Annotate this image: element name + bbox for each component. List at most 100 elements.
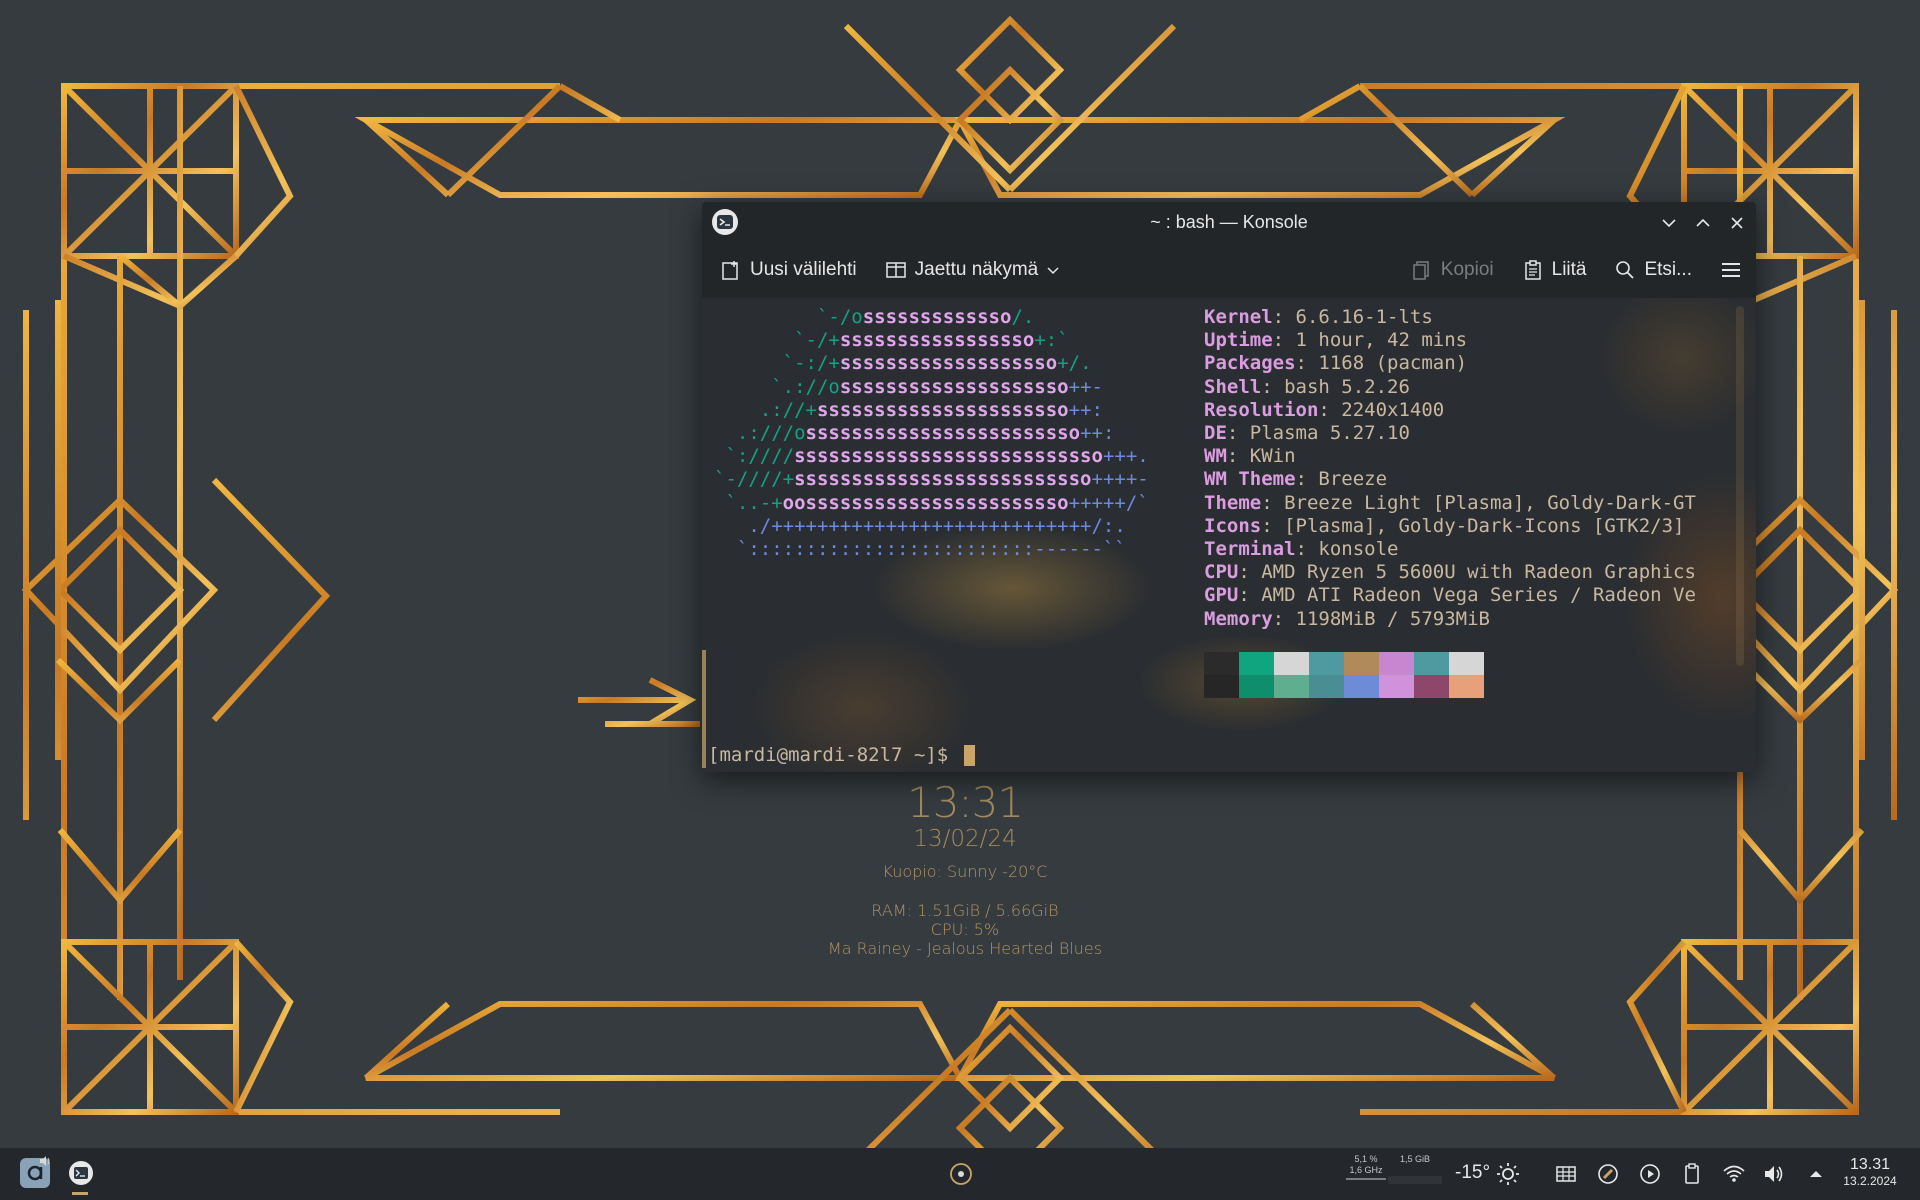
copy-icon — [1413, 261, 1429, 280]
distro-ascii-logo: `-/osssssssssssso/. `-/+ssssssssssssssss… — [714, 306, 1149, 561]
memory-usage: 1,5 GiB — [1399, 1154, 1430, 1164]
info-row: Icons: [Plasma], Goldy-Dark-Icons [GTK2/… — [1204, 515, 1696, 538]
terminal-edge-marker — [702, 650, 706, 768]
widget-time: 13:31 — [906, 778, 1024, 827]
widget-ram: RAM: 1.51GiB / 5.66GiB — [871, 901, 1059, 920]
new-tab-button[interactable]: Uusi välilehti — [720, 259, 857, 281]
clipboard-icon[interactable] — [1680, 1162, 1704, 1186]
split-view-button[interactable]: Jaettu näkymä — [885, 259, 1061, 281]
ascii-segment: ++++- — [1091, 468, 1149, 491]
cpu-graph — [1346, 1178, 1386, 1180]
ascii-segment: +++. — [1102, 445, 1149, 468]
info-separator: : — [1318, 398, 1342, 421]
widget-now-playing: Ma Rainey - Jealous Hearted Blues — [827, 939, 1103, 958]
info-row: DE: Plasma 5.27.10 — [1204, 422, 1696, 445]
close-icon — [1731, 217, 1743, 229]
ascii-line: `-/osssssssssssso/. — [714, 306, 1149, 329]
hamburger-menu-button[interactable] — [1720, 259, 1742, 281]
shell-prompt[interactable]: [mardi@mardi-82l7 ~]$ — [708, 744, 975, 766]
info-separator: : — [1272, 306, 1296, 328]
weather-temperature[interactable]: -15° — [1455, 1162, 1490, 1184]
color-swatch — [1274, 652, 1309, 675]
copy-button[interactable]: Kopioi — [1411, 259, 1494, 281]
maximize-button[interactable] — [1690, 210, 1716, 236]
paste-icon — [1524, 260, 1541, 280]
taskbar: 5,1 % 1,6 GHz 1,5 GiB -15° 13.31 13.2.20… — [0, 1148, 1920, 1200]
info-row: Shell: bash 5.2.26 — [1204, 376, 1696, 399]
ascii-segment: `-:/+ — [714, 352, 840, 375]
ascii-segment: /. — [1011, 306, 1035, 328]
close-button[interactable] — [1724, 210, 1750, 236]
info-value: Breeze — [1318, 468, 1388, 491]
ascii-segment: ssssssssssssssssssssso — [816, 398, 1069, 421]
clock-date: 13.2.2024 — [1843, 1174, 1897, 1188]
color-swatch — [1379, 675, 1414, 698]
info-value: 1168 (pacman) — [1318, 352, 1468, 375]
ascii-segment: ++: — [1068, 398, 1103, 421]
media-app-icon[interactable] — [1596, 1162, 1620, 1186]
konsole-icon[interactable] — [712, 209, 738, 235]
color-swatch — [1449, 652, 1484, 675]
weather-sun-icon[interactable] — [1496, 1162, 1520, 1186]
terminal-scrollbar[interactable] — [1736, 306, 1744, 666]
ascii-segment: ssssssssssssssssssso — [839, 375, 1069, 398]
konsole-window[interactable]: ~ : bash — Konsole Uusi välilehti Jaettu… — [702, 202, 1756, 772]
hamburger-menu-icon — [1722, 263, 1740, 277]
info-value: 1 hour, 42 mins — [1295, 329, 1468, 352]
color-swatch — [1449, 675, 1484, 698]
color-swatch — [1239, 652, 1274, 675]
window-titlebar[interactable]: ~ : bash — Konsole — [702, 202, 1756, 242]
color-swatch — [1274, 675, 1309, 698]
ascii-segment: ++: — [1080, 422, 1115, 445]
ascii-segment: sssssssssssssssso — [839, 329, 1035, 352]
info-value: AMD Ryzen 5 5600U with Radeon Graphics — [1261, 561, 1696, 584]
konsole-toolbar: Uusi välilehti Jaettu näkymä Kopioi Liit… — [702, 242, 1756, 298]
info-row: WM: KWin — [1204, 445, 1696, 468]
ascii-segment: ssssssssssssssssssssssssso — [794, 468, 1092, 491]
wifi-icon[interactable] — [1722, 1162, 1746, 1186]
color-swatch — [1309, 652, 1344, 675]
info-row: Resolution: 2240x1400 — [1204, 399, 1696, 422]
taskbar-clock[interactable]: 13.31 13.2.2024 — [1834, 1156, 1906, 1189]
info-separator: : — [1272, 607, 1296, 630]
info-key: WM Theme — [1204, 468, 1296, 491]
color-swatch — [1414, 652, 1449, 675]
color-swatch — [1379, 652, 1414, 675]
info-row: Terminal: konsole — [1204, 538, 1696, 561]
tray-expand-arrow-icon[interactable] — [1804, 1162, 1828, 1186]
info-key: Theme — [1204, 491, 1262, 514]
terminal-area[interactable]: `-/osssssssssssso/. `-/+ssssssssssssssss… — [702, 298, 1756, 772]
memory-monitor[interactable]: 1,5 GiB — [1388, 1154, 1442, 1184]
minimize-button[interactable] — [1656, 210, 1682, 236]
ascii-segment: sssssssssssssssssso — [839, 352, 1058, 375]
konsole-icon — [69, 1161, 93, 1185]
new-tab-icon — [722, 261, 738, 280]
color-swatch — [1239, 675, 1274, 698]
info-row: Memory: 1198MiB / 5793MiB — [1204, 608, 1696, 631]
info-separator: : — [1295, 468, 1319, 491]
info-separator: : — [1238, 561, 1262, 584]
cpu-monitor[interactable]: 5,1 % 1,6 GHz — [1346, 1154, 1386, 1180]
info-value: 6.6.16-1-lts — [1295, 306, 1433, 328]
ascii-segment: ++- — [1068, 375, 1103, 398]
color-swatch — [1309, 675, 1344, 698]
ascii-segment: `://// — [714, 445, 795, 468]
center-panel-icon[interactable] — [948, 1161, 974, 1191]
volume-icon[interactable] — [1762, 1162, 1786, 1186]
taskbar-konsole[interactable] — [64, 1156, 98, 1190]
info-key: Memory — [1204, 607, 1273, 630]
ascii-segment: `-/+ — [714, 329, 840, 352]
info-row: CPU: AMD Ryzen 5 5600U with Radeon Graph… — [1204, 561, 1696, 584]
media-play-icon[interactable] — [1638, 1162, 1662, 1186]
find-button[interactable]: Etsi... — [1614, 259, 1692, 281]
info-separator: : — [1295, 538, 1319, 561]
keyboard-layout-icon[interactable] — [1554, 1162, 1578, 1186]
info-value: bash 5.2.26 — [1284, 375, 1410, 398]
info-value: KWin — [1249, 445, 1296, 468]
paste-button[interactable]: Liitä — [1522, 259, 1586, 281]
split-view-label: Jaettu näkymä — [914, 259, 1039, 280]
info-value: Plasma 5.27.10 — [1249, 422, 1410, 445]
info-key: Packages — [1204, 352, 1296, 375]
info-separator: : — [1261, 514, 1285, 537]
ascii-segment: ssssssssssssssssssssssso — [805, 422, 1081, 445]
